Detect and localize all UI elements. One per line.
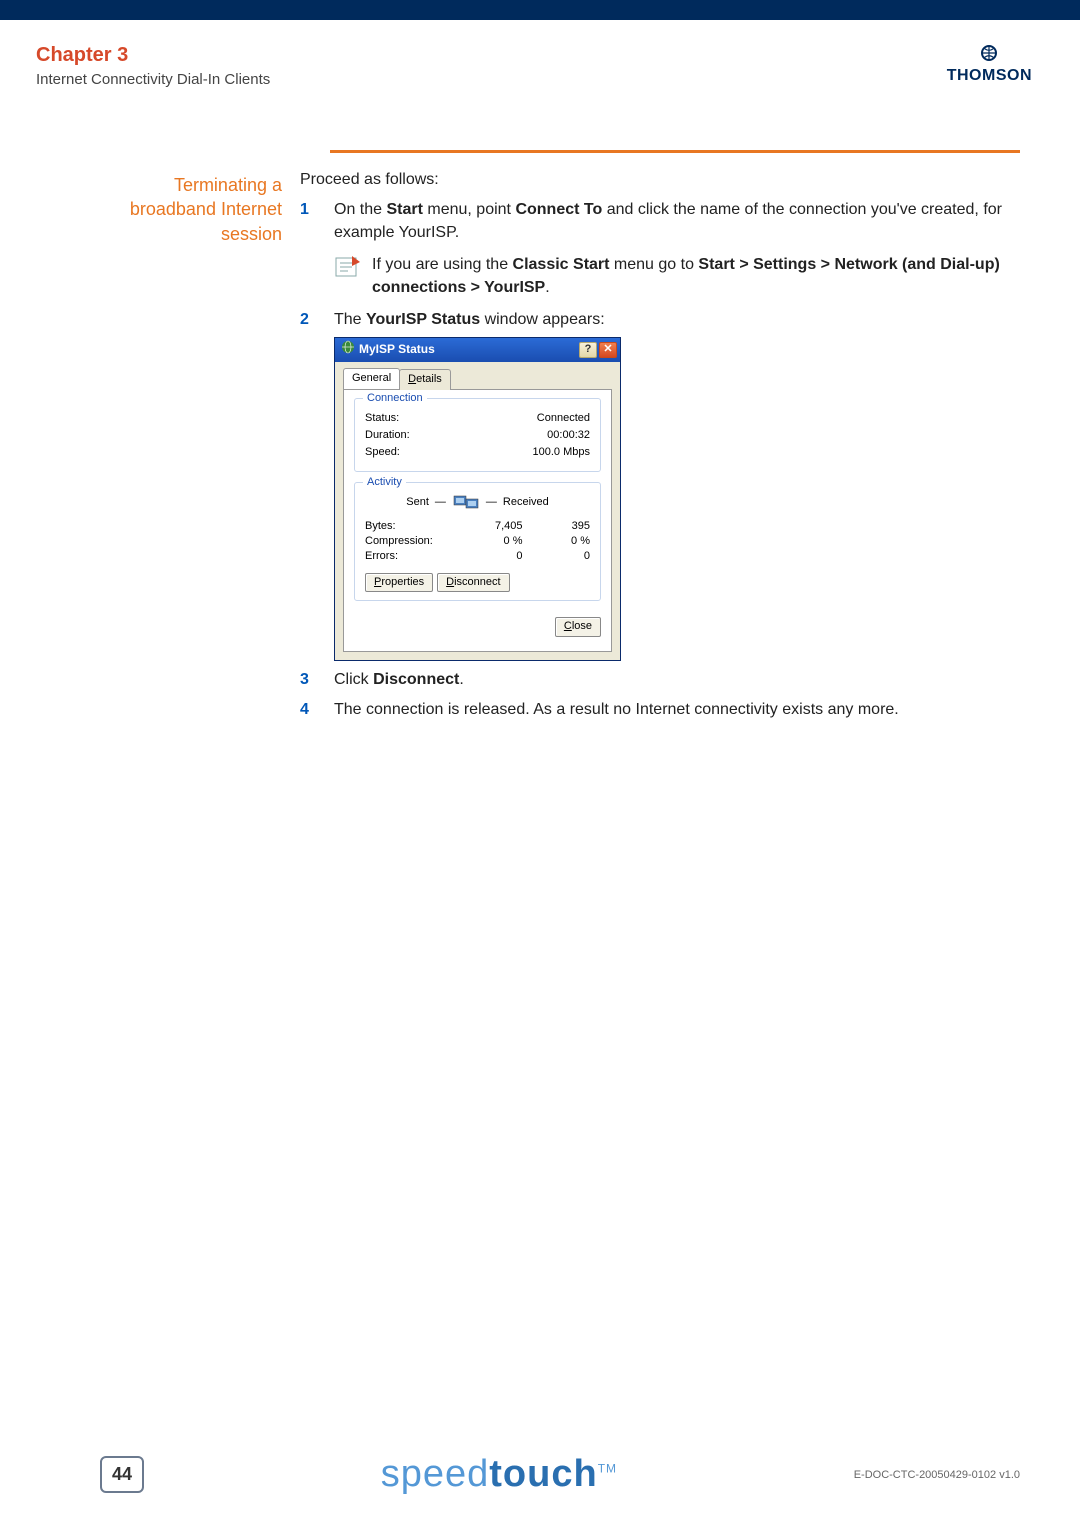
properties-button[interactable]: Properties xyxy=(365,573,433,592)
text: menu go to xyxy=(609,256,698,273)
step-4: 4 The connection is released. As a resul… xyxy=(300,699,1020,721)
note-icon xyxy=(334,254,372,299)
tab-panel: Connection Status: Connected Duration: 00:… xyxy=(343,389,612,652)
doc-id: E-DOC-CTC-20050429-0102 v1.0 xyxy=(854,1469,1020,1481)
arrow-icon: — xyxy=(435,495,446,510)
text: . xyxy=(545,279,549,296)
close-button[interactable]: ✕ xyxy=(599,342,617,358)
bold: YourISP Status xyxy=(366,311,480,328)
step-number: 1 xyxy=(300,199,334,244)
text: . xyxy=(459,671,463,688)
activity-head: Sent — — Received xyxy=(365,493,590,513)
bold: Start xyxy=(386,201,422,218)
connection-group: Connection Status:Connected Duration:00:… xyxy=(354,398,601,472)
step-text: On the Start menu, point Connect To and … xyxy=(334,199,1020,244)
trademark: TM xyxy=(598,1461,617,1475)
text: The xyxy=(334,311,366,328)
value: 100.0 Mbps xyxy=(533,445,590,460)
value: 0 % xyxy=(523,534,591,549)
content: Proceed as follows: 1 On the Start menu,… xyxy=(300,169,1020,721)
tab-general[interactable]: General xyxy=(343,368,400,388)
heading-line: Terminating a xyxy=(30,173,282,197)
text: Click xyxy=(334,671,373,688)
value: Connected xyxy=(537,411,590,426)
dialog-body: General Details Connection Status:Connec… xyxy=(335,362,620,660)
brand-part: touch xyxy=(489,1453,597,1495)
footer: 44 speedtouchTM E-DOC-CTC-20050429-0102 … xyxy=(0,1453,1080,1496)
heading-line: broadband Internet xyxy=(30,197,282,221)
chapter-title: Chapter 3 xyxy=(36,44,270,67)
received-label: Received xyxy=(503,495,549,510)
brand-part: speed xyxy=(381,1453,490,1495)
bold: Classic Start xyxy=(513,256,610,273)
step-text: Click Disconnect. xyxy=(334,669,1020,691)
bold: Connect To xyxy=(515,201,602,218)
step-1: 1 On the Start menu, point Connect To an… xyxy=(300,199,1020,244)
tabs: General Details xyxy=(343,368,612,388)
label: Duration: xyxy=(365,428,410,443)
step-number: 2 xyxy=(300,309,334,331)
group-title: Connection xyxy=(363,391,427,406)
step-2: 2 The YourISP Status window appears: xyxy=(300,309,1020,331)
header-left: Chapter 3 Internet Connectivity Dial-In … xyxy=(36,44,270,88)
body: Terminating a broadband Internet session… xyxy=(0,153,1080,721)
value: 395 xyxy=(523,519,591,534)
label: Speed: xyxy=(365,445,400,460)
globe-icon xyxy=(947,44,1032,67)
chapter-subtitle: Internet Connectivity Dial-In Clients xyxy=(36,71,270,88)
value: 0 xyxy=(523,549,591,564)
help-button[interactable]: ? xyxy=(579,342,597,358)
bold: Disconnect xyxy=(373,671,459,688)
label: Status: xyxy=(365,411,399,426)
label: Bytes: xyxy=(365,519,455,534)
page-number: 44 xyxy=(100,1456,144,1493)
value: 0 xyxy=(455,549,523,564)
world-icon xyxy=(341,340,355,359)
myisp-status-dialog: MyISP Status ? ✕ General Details Connect… xyxy=(334,337,621,660)
top-bar xyxy=(0,0,1080,20)
text: window appears: xyxy=(480,311,605,328)
step-text: The YourISP Status window appears: xyxy=(334,309,1020,331)
text: If you are using the xyxy=(372,256,513,273)
value: 0 % xyxy=(455,534,523,549)
value: 7,405 xyxy=(455,519,523,534)
sent-label: Sent xyxy=(406,495,429,510)
note-text: If you are using the Classic Start menu … xyxy=(372,254,1020,299)
thomson-logo: THOMSON xyxy=(947,44,1032,88)
computers-icon xyxy=(452,493,480,513)
page-header: Chapter 3 Internet Connectivity Dial-In … xyxy=(0,20,1080,100)
close-action-button[interactable]: Close xyxy=(555,617,601,636)
text: On the xyxy=(334,201,386,218)
step-text: The connection is released. As a result … xyxy=(334,699,1020,721)
value: 00:00:32 xyxy=(547,428,590,443)
step-3: 3 Click Disconnect. xyxy=(300,669,1020,691)
label: Errors: xyxy=(365,549,455,564)
label: Compression: xyxy=(365,534,455,549)
activity-group: Activity Sent — — Received Bytes:7,40539… xyxy=(354,482,601,602)
note: If you are using the Classic Start menu … xyxy=(334,254,1020,299)
disconnect-button[interactable]: Disconnect xyxy=(437,573,509,592)
dialog-titlebar[interactable]: MyISP Status ? ✕ xyxy=(335,338,620,362)
section-heading: Terminating a broadband Internet session xyxy=(0,169,300,721)
tab-details[interactable]: Details xyxy=(399,369,451,389)
intro-text: Proceed as follows: xyxy=(300,169,1020,191)
text: menu, point xyxy=(423,201,516,218)
brand-text: THOMSON xyxy=(947,67,1032,85)
group-title: Activity xyxy=(363,475,406,490)
speedtouch-logo: speedtouchTM xyxy=(381,1453,617,1496)
step-number: 3 xyxy=(300,669,334,691)
arrow-icon: — xyxy=(486,495,497,510)
step-number: 4 xyxy=(300,699,334,721)
heading-line: session xyxy=(30,222,282,246)
dialog-title: MyISP Status xyxy=(359,341,435,358)
